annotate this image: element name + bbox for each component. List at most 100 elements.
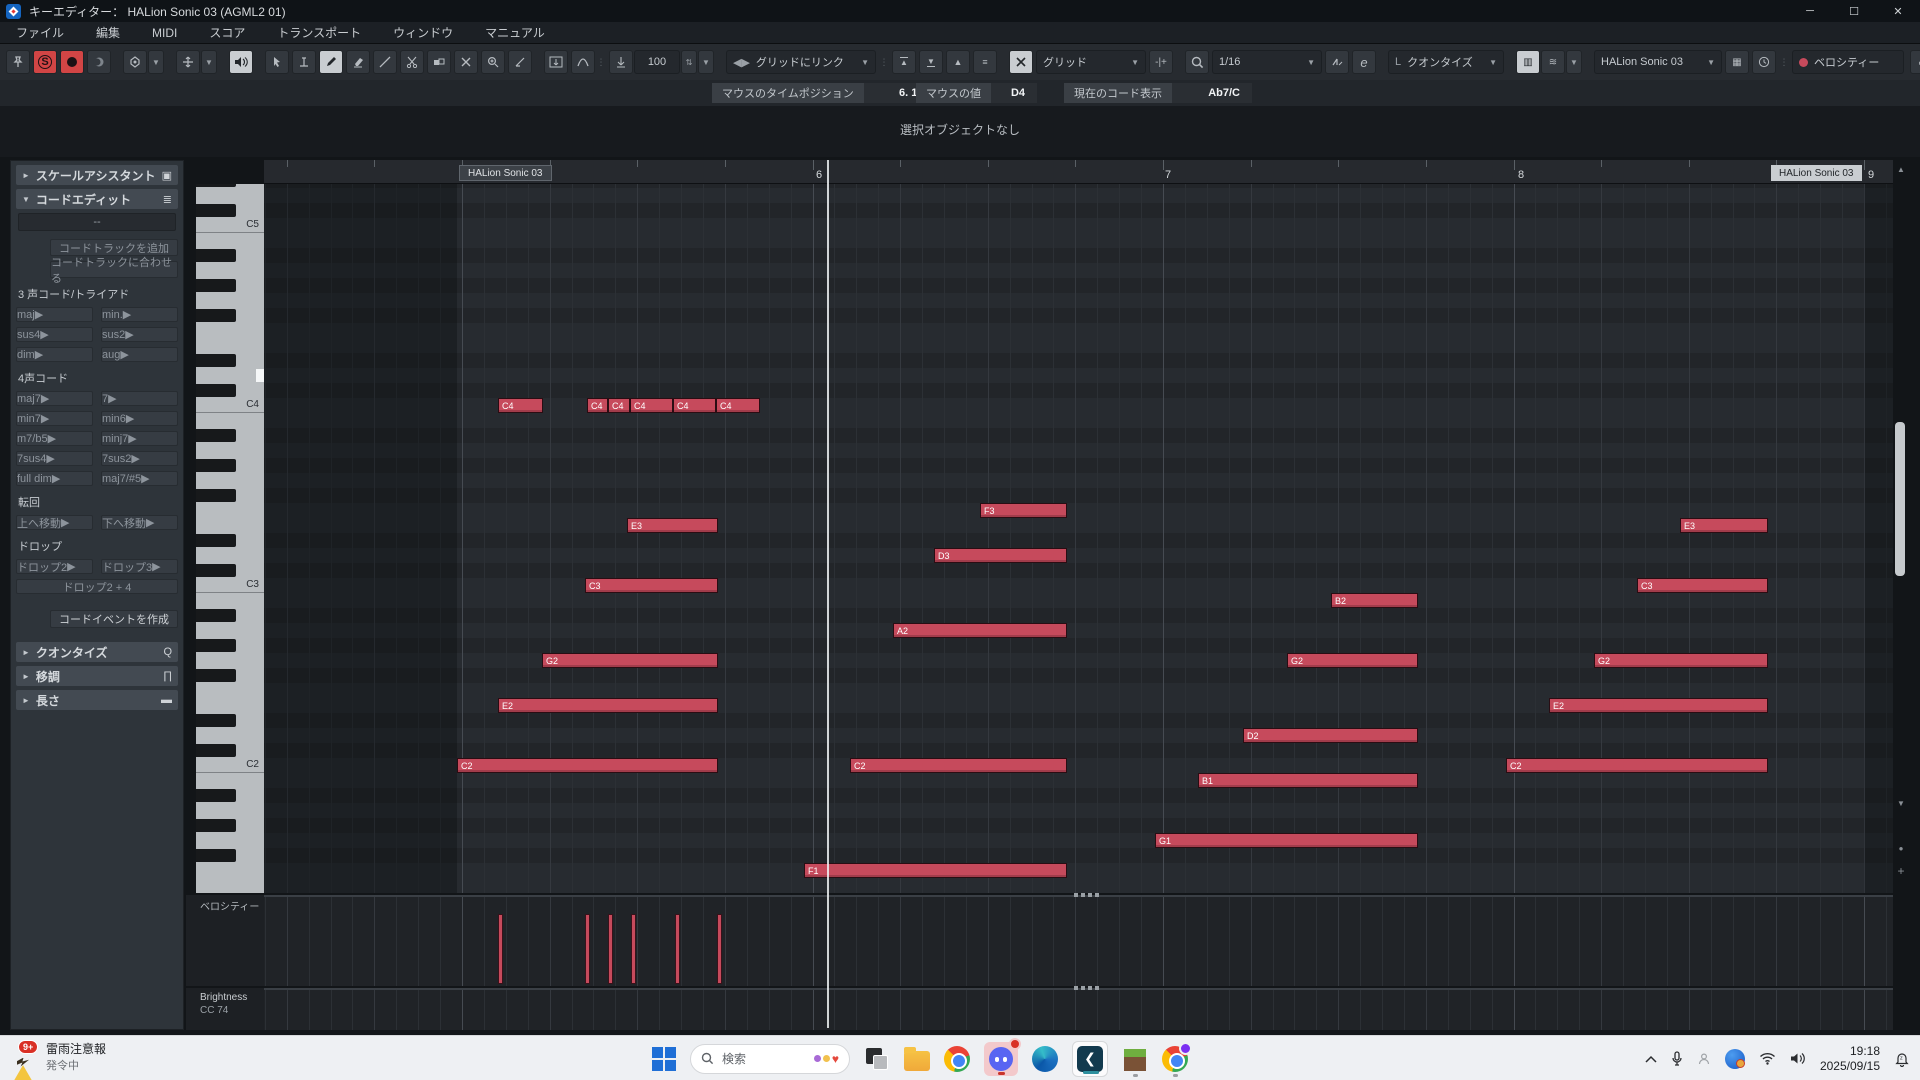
menu-file[interactable]: ファイル: [0, 22, 80, 43]
edge-icon[interactable]: [1032, 1046, 1058, 1072]
piano-black-key[interactable]: [196, 609, 236, 622]
midi-note[interactable]: C4: [587, 398, 608, 413]
piano-key[interactable]: [196, 563, 264, 578]
midi-note[interactable]: E2: [498, 698, 718, 713]
piano-key[interactable]: [196, 668, 264, 683]
piano-black-key[interactable]: [196, 819, 236, 832]
midi-note[interactable]: G2: [542, 653, 718, 668]
piano-key[interactable]: [196, 203, 264, 218]
pitch-visibility-dropdown[interactable]: ◀▶グリッドにリンク▼: [726, 50, 876, 74]
minecraft-icon[interactable]: [1122, 1046, 1148, 1072]
piano-black-key[interactable]: [196, 459, 236, 472]
drop--3[interactable]: ドロップ3▶: [101, 559, 178, 574]
piano-key[interactable]: [196, 428, 264, 443]
midi-note[interactable]: F3: [980, 503, 1067, 518]
chord-tetrad-full-dim[interactable]: full dim▶: [16, 471, 93, 486]
piano-key[interactable]: [196, 863, 264, 878]
chord-play-arrow[interactable]: ▶: [67, 560, 75, 573]
edited-part-dropdown[interactable]: HALion Sonic 03▼: [1594, 50, 1722, 74]
velocity-bar[interactable]: [675, 914, 680, 984]
scroll-up-button[interactable]: ▲: [1895, 163, 1907, 175]
piano-black-key[interactable]: [196, 184, 236, 187]
acoustic-feedback-moon-icon[interactable]: [87, 50, 111, 74]
piano-black-key[interactable]: [196, 204, 236, 217]
inversion--[interactable]: 上へ移動▶: [16, 515, 93, 530]
cubase-taskbar-icon[interactable]: ❮: [1072, 1041, 1108, 1077]
step-input-button[interactable]: ▥: [1516, 50, 1540, 74]
piano-key[interactable]: [196, 458, 264, 473]
velocity-bar[interactable]: [608, 914, 613, 984]
chord-play-arrow[interactable]: ▶: [35, 348, 43, 361]
chord-triad-sus2[interactable]: sus2▶: [101, 327, 178, 342]
piano-key[interactable]: [196, 413, 264, 428]
piano-black-key[interactable]: [196, 429, 236, 442]
midi-note[interactable]: C3: [1637, 578, 1768, 593]
piano-black-key[interactable]: [196, 714, 236, 727]
microphone-icon[interactable]: [1671, 1051, 1683, 1067]
minimize-button[interactable]: ─: [1788, 0, 1832, 22]
part-start-label[interactable]: HALion Sonic 03: [459, 165, 552, 181]
midi-note[interactable]: C4: [673, 398, 716, 413]
chord-play-arrow[interactable]: ▶: [61, 516, 69, 529]
piano-key[interactable]: [196, 323, 264, 338]
chord-triad-dim[interactable]: dim▶: [16, 347, 93, 362]
pin-icon[interactable]: [6, 50, 30, 74]
chord-tetrad-7sus2[interactable]: 7sus2▶: [101, 451, 178, 466]
midi-note[interactable]: C3: [585, 578, 718, 593]
piano-black-key[interactable]: [196, 309, 236, 322]
show-part-borders-icon[interactable]: ▦: [1725, 50, 1749, 74]
nudge-settings-button[interactable]: ≡: [973, 50, 997, 74]
midi-note[interactable]: C4: [498, 398, 543, 413]
close-button[interactable]: ✕: [1876, 0, 1920, 22]
chord-play-arrow[interactable]: ▶: [146, 516, 154, 529]
chord-play-arrow[interactable]: ▶: [128, 432, 136, 445]
draw-tool[interactable]: [319, 50, 343, 74]
chrome-profile-icon[interactable]: [1162, 1046, 1188, 1072]
chord-play-arrow[interactable]: ▶: [46, 452, 54, 465]
piano-black-key[interactable]: [196, 249, 236, 262]
app-tray-icon[interactable]: [1725, 1049, 1745, 1069]
glue-tool[interactable]: [427, 50, 451, 74]
chrome-icon[interactable]: [944, 1046, 970, 1072]
piano-key[interactable]: [196, 653, 264, 668]
velocity-lane[interactable]: [264, 895, 1893, 986]
piano-key[interactable]: [196, 683, 264, 698]
midi-note[interactable]: C4: [608, 398, 630, 413]
chord-tetrad-m7-b5[interactable]: m7/b5▶: [16, 431, 93, 446]
lane-resize-handle[interactable]: [1074, 893, 1100, 897]
piano-black-key[interactable]: [196, 789, 236, 802]
midi-note[interactable]: A2: [893, 623, 1067, 638]
chord-track-action-button[interactable]: コードトラックに合わせる: [50, 261, 178, 278]
menu-midi[interactable]: MIDI: [136, 22, 193, 43]
part-editing-curve-icon[interactable]: [571, 50, 595, 74]
snap-type-icon[interactable]: -|+: [1149, 50, 1173, 74]
chord-play-arrow[interactable]: ▶: [40, 328, 48, 341]
start-button[interactable]: [652, 1047, 676, 1071]
snap-on-off-button[interactable]: [1009, 50, 1033, 74]
section-transpose[interactable]: ►移調∏: [16, 666, 178, 686]
midi-note[interactable]: D3: [934, 548, 1067, 563]
piano-key[interactable]: [196, 713, 264, 728]
menu-edit[interactable]: 編集: [80, 22, 136, 43]
piano-key[interactable]: [196, 443, 264, 458]
piano-key[interactable]: [196, 248, 264, 263]
nudge-start-right-button[interactable]: ▼: [919, 50, 943, 74]
piano-black-key[interactable]: [196, 384, 236, 397]
solo-editor-button[interactable]: S: [33, 50, 57, 74]
notification-bell-icon[interactable]: z: [1894, 1051, 1910, 1067]
taskbar-clock[interactable]: 19:18 2025/09/15: [1820, 1044, 1880, 1074]
chord-triad-min-[interactable]: min.▶: [101, 307, 178, 322]
piano-key[interactable]: [196, 233, 264, 248]
taskbar-weather-widget[interactable]: 9+ 雷雨注意報 発令中: [8, 1040, 106, 1073]
create-chord-event-button[interactable]: コードイベントを作成: [50, 610, 178, 628]
chord-play-arrow[interactable]: ▶: [131, 452, 139, 465]
velocity-bar[interactable]: [498, 914, 503, 984]
piano-black-key[interactable]: [196, 744, 236, 757]
maximize-button[interactable]: ☐: [1832, 0, 1876, 22]
iterative-quantize-icon[interactable]: [1325, 50, 1349, 74]
piano-key[interactable]: [196, 308, 264, 323]
nudge-end-button[interactable]: ▲: [946, 50, 970, 74]
piano-key[interactable]: [196, 368, 264, 383]
piano-black-key[interactable]: [196, 669, 236, 682]
piano-key[interactable]: [196, 593, 264, 608]
